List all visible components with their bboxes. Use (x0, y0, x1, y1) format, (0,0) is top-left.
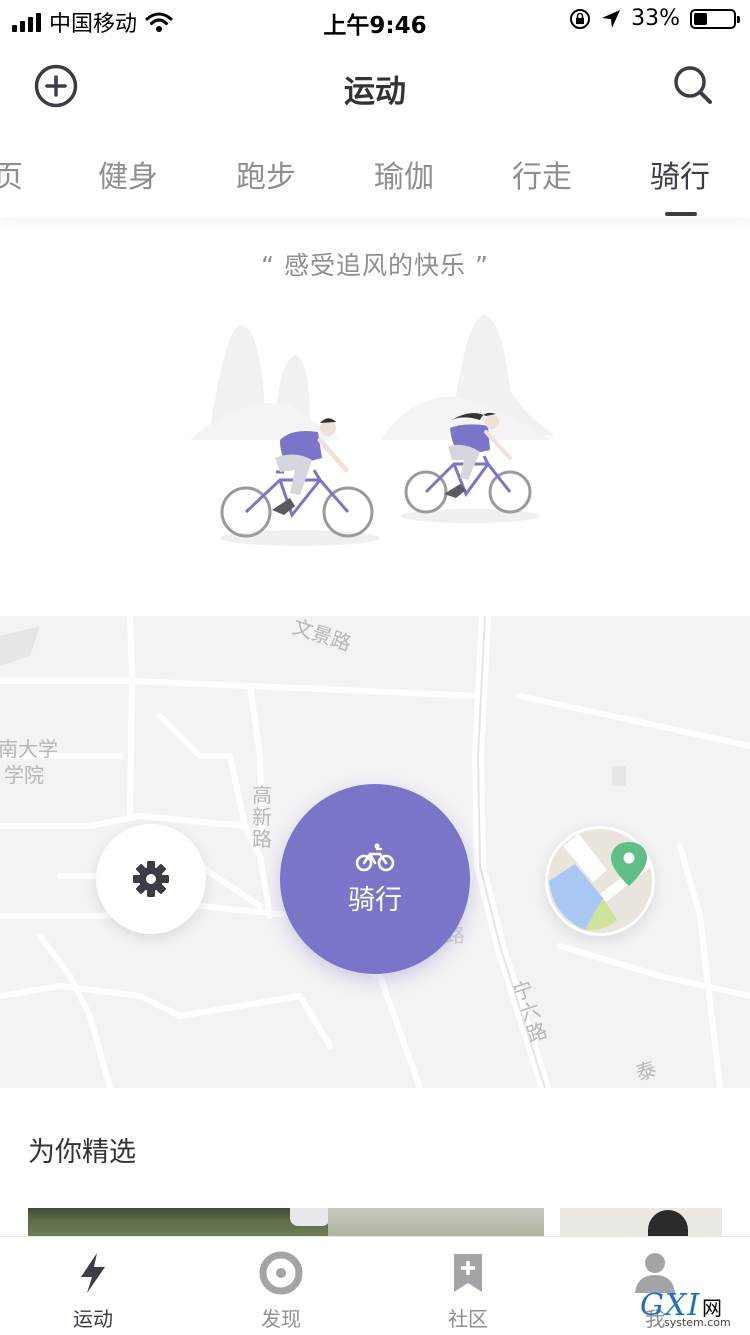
featured-section-title: 为你精选 (28, 1137, 136, 1168)
lightning-icon (81, 1253, 105, 1293)
tabbar-label: 运动 (73, 1307, 113, 1331)
featured-card-image[interactable] (28, 1208, 544, 1238)
tabbar-label: 社区 (448, 1307, 488, 1331)
search-icon[interactable] (672, 64, 714, 106)
tab-walking[interactable]: 行走 (482, 152, 602, 196)
status-bar: 中国移动 上午9:46 33% (0, 0, 750, 40)
tab-yoga[interactable]: 瑜伽 (344, 152, 464, 196)
start-cycling-button[interactable]: 骑行 (280, 784, 470, 974)
map-label-gaoxin-road: 高新路 (252, 783, 272, 851)
tabbar-label: 发现 (261, 1307, 301, 1331)
bottom-tab-bar: 运动 发现 社区 我 (0, 1236, 750, 1335)
slogan: “ 感受追风的快乐 ” (261, 251, 489, 280)
page-title: 运动 (344, 74, 406, 110)
map-label-college: 学院 (4, 763, 44, 787)
featured-card-image-2[interactable] (560, 1208, 722, 1238)
bicycle-icon (355, 843, 395, 871)
gear-icon (133, 861, 169, 897)
battery-icon (690, 8, 740, 29)
start-cycling-label: 骑行 (348, 884, 402, 916)
watermark-logo: GXI 网 system.com (640, 1288, 744, 1329)
tabbar-item-sport[interactable]: 运动 (33, 1251, 153, 1332)
watermark-domain: system.com (664, 1316, 731, 1329)
tab-cycling[interactable]: 骑行 (620, 152, 740, 196)
sport-tabs: 页 健身 跑步 瑜伽 行走 骑行 (0, 128, 750, 218)
location-arrow-icon (602, 9, 621, 28)
tab-home[interactable]: 页 (0, 152, 68, 196)
tab-running[interactable]: 跑步 (206, 152, 326, 196)
map-pin-icon (548, 829, 653, 933)
map-label-university: 南大学 (0, 737, 58, 761)
nav-bar: 运动 (0, 40, 750, 128)
orientation-lock-icon (570, 8, 591, 29)
map-button[interactable] (545, 826, 655, 936)
tabbar-item-community[interactable]: 社区 (408, 1251, 528, 1332)
target-icon (259, 1251, 303, 1295)
bookmark-plus-icon (454, 1254, 482, 1292)
active-tab-indicator (665, 212, 697, 216)
tabbar-item-discover[interactable]: 发现 (221, 1251, 341, 1332)
battery-percent: 33% (631, 6, 680, 31)
cyclists-illustration (190, 315, 555, 546)
tab-fitness[interactable]: 健身 (68, 152, 188, 196)
settings-button[interactable] (96, 824, 206, 934)
